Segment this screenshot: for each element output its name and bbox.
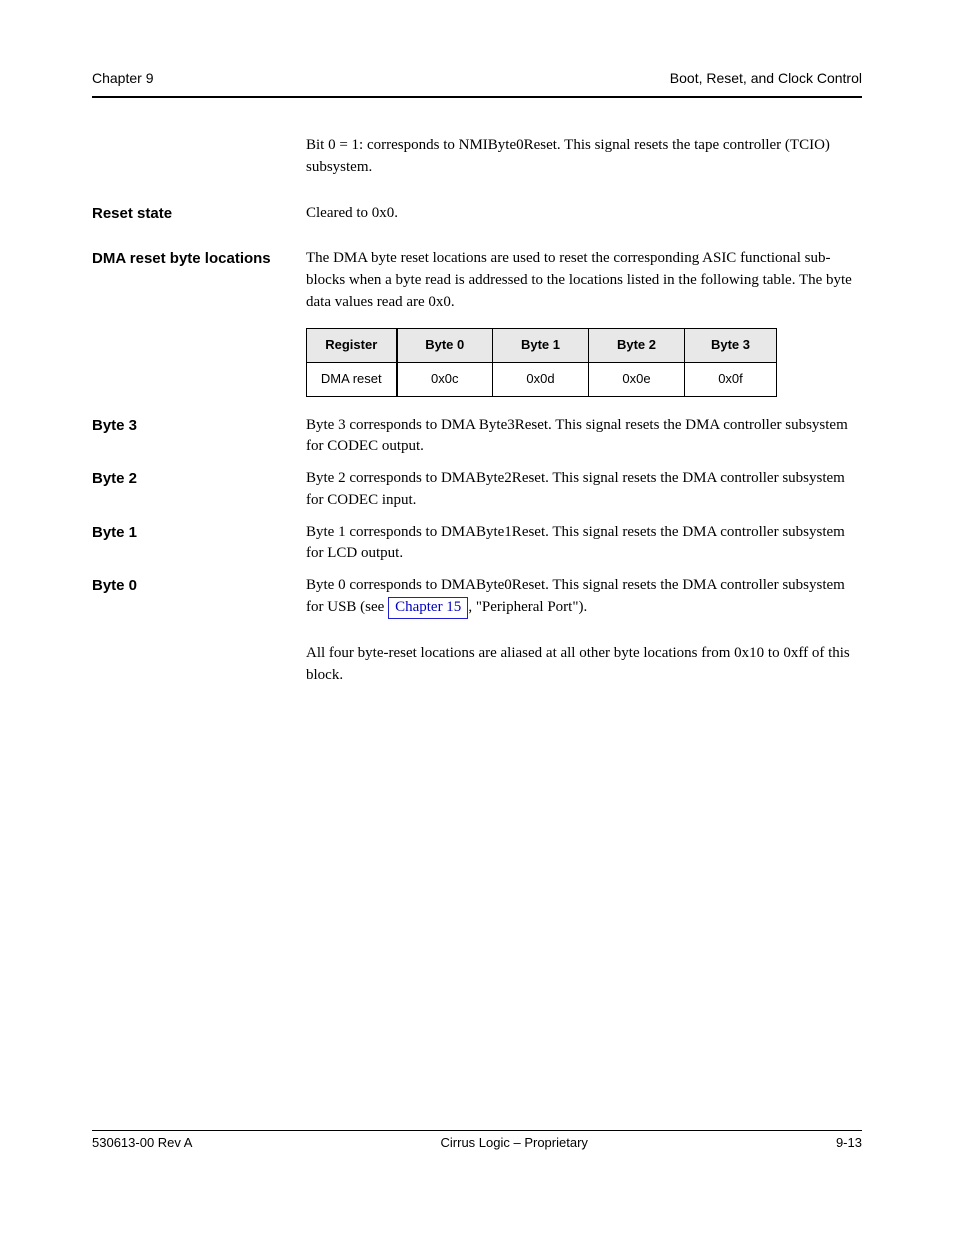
- row-text: All four byte-reset locations are aliase…: [306, 643, 862, 687]
- table-header: Byte 3: [685, 328, 777, 362]
- row-label: [92, 135, 306, 179]
- table-row-wrap: Register Byte 0 Byte 1 Byte 2 Byte 3 DMA…: [92, 320, 862, 405]
- table-cell: 0x0e: [589, 362, 685, 396]
- row-text-post: , "Peripheral Port").: [468, 599, 587, 615]
- row-label: Byte 0: [92, 575, 306, 619]
- table-cell: DMA reset: [307, 362, 397, 396]
- row-label-empty: [92, 320, 306, 405]
- table-header: Byte 2: [589, 328, 685, 362]
- body-row: DMA reset byte locations The DMA byte re…: [92, 248, 862, 313]
- row-label: Reset state: [92, 203, 306, 225]
- row-label: DMA reset byte locations: [92, 248, 306, 313]
- body-row: Byte 1 Byte 1 corresponds to DMAByte1Res…: [92, 522, 862, 566]
- body-row: Byte 0 Byte 0 corresponds to DMAByte0Res…: [92, 575, 862, 619]
- row-text: Byte 2 corresponds to DMAByte2Reset. Thi…: [306, 468, 862, 512]
- row-text: The DMA byte reset locations are used to…: [306, 248, 862, 313]
- body-row: Reset state Cleared to 0x0.: [92, 203, 862, 225]
- chapter-link[interactable]: Chapter 15: [388, 597, 468, 619]
- row-text: Bit 0 = 1: corresponds to NMIByte0Reset.…: [306, 135, 862, 179]
- row-label: Byte 3: [92, 415, 306, 459]
- body-row: All four byte-reset locations are aliase…: [92, 643, 862, 687]
- footer-divider: [92, 1130, 862, 1131]
- footer-left: 530613-00 Rev A: [92, 1135, 192, 1150]
- row-label: Byte 1: [92, 522, 306, 566]
- table-cell: 0x0d: [493, 362, 589, 396]
- row-label: [92, 643, 306, 687]
- row-text: Byte 1 corresponds to DMAByte1Reset. Thi…: [306, 522, 862, 566]
- table-cell: 0x0f: [685, 362, 777, 396]
- header-right: Boot, Reset, and Clock Control: [670, 70, 862, 86]
- table-header: Byte 1: [493, 328, 589, 362]
- footer-right: 9-13: [836, 1135, 862, 1150]
- row-label: Byte 2: [92, 468, 306, 512]
- page-footer: 530613-00 Rev A Cirrus Logic – Proprieta…: [92, 1130, 862, 1150]
- row-text: Byte 3 corresponds to DMA Byte3Reset. Th…: [306, 415, 862, 459]
- table-cell: 0x0c: [397, 362, 493, 396]
- footer-mid: Cirrus Logic – Proprietary: [441, 1135, 588, 1150]
- body-row: Byte 3 Byte 3 corresponds to DMA Byte3Re…: [92, 415, 862, 459]
- table-header: Register: [307, 328, 397, 362]
- body-row: Bit 0 = 1: corresponds to NMIByte0Reset.…: [92, 135, 862, 179]
- header-left: Chapter 9: [92, 70, 153, 86]
- body-row: Byte 2 Byte 2 corresponds to DMAByte2Res…: [92, 468, 862, 512]
- page-content: Bit 0 = 1: corresponds to NMIByte0Reset.…: [92, 135, 862, 692]
- table-header: Byte 0: [397, 328, 493, 362]
- row-text: Byte 0 corresponds to DMAByte0Reset. Thi…: [306, 575, 862, 619]
- row-text: Cleared to 0x0.: [306, 203, 862, 225]
- dma-reset-table: Register Byte 0 Byte 1 Byte 2 Byte 3 DMA…: [306, 328, 777, 397]
- header-divider: [92, 96, 862, 98]
